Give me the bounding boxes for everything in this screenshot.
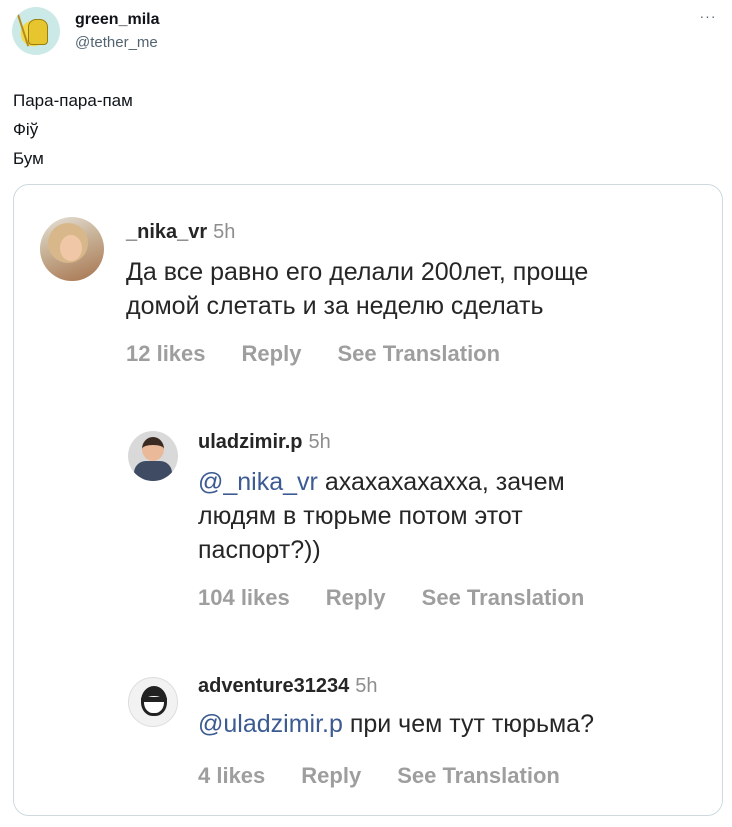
likes-count[interactable]: 4 likes — [198, 763, 265, 789]
avatar-head-shape — [142, 437, 164, 461]
comment-text-line: домой слетать и за неделю сделать — [126, 292, 544, 320]
tweet-line: Бум — [13, 149, 44, 168]
comment-username[interactable]: adventure31234 5h — [198, 675, 377, 698]
more-options-icon[interactable]: ··· — [697, 8, 719, 24]
comment-username-text[interactable]: uladzimir.p — [198, 431, 302, 453]
comment-time: 5h — [308, 431, 331, 453]
comment-text-line: Да все равно его делали 200лет, проще — [126, 258, 589, 286]
comment-actions: 12 likes Reply See Translation — [126, 341, 500, 367]
embedded-comments-image[interactable]: _nika_vr 5h Да все равно его делали 200ле… — [13, 184, 723, 816]
reply-button[interactable]: Reply — [326, 585, 386, 611]
commenter-avatar[interactable] — [40, 217, 104, 281]
comment-text: Да все равно его делали 200лет, проще до… — [126, 255, 588, 323]
comment-time: 5h — [213, 221, 236, 243]
see-translation-button[interactable]: See Translation — [397, 763, 560, 789]
see-translation-button[interactable]: See Translation — [337, 341, 500, 367]
comment-text-line: ахахахахахха, зачем — [317, 468, 565, 496]
reply-button[interactable]: Reply — [301, 763, 361, 789]
likes-count[interactable]: 12 likes — [126, 341, 206, 367]
mention-link[interactable]: @_nika_vr — [198, 468, 318, 496]
author-username[interactable]: green_mila — [75, 11, 159, 29]
comment-text: @uladzimir.p при чем тут тюрьма? — [198, 707, 594, 741]
tweet-line: Фіў — [13, 120, 39, 139]
comment-actions: 104 likes Reply See Translation — [198, 585, 584, 611]
reply-button[interactable]: Reply — [242, 341, 302, 367]
author-avatar[interactable] — [12, 7, 60, 55]
comment-text: @_nika_vr ахахахахахха, зачем людям в тю… — [198, 465, 565, 567]
avatar-glasses-shape — [141, 697, 167, 702]
comment-username[interactable]: _nika_vr 5h — [126, 221, 235, 244]
author-handle[interactable]: @tether_me — [75, 34, 158, 51]
commenter-avatar[interactable] — [128, 677, 178, 727]
avatar-body-shape — [134, 461, 172, 481]
comment-actions: 4 likes Reply See Translation — [198, 763, 560, 789]
avatar-figure-shape — [28, 19, 48, 45]
avatar-face-shape — [60, 235, 82, 261]
comment-time: 5h — [355, 675, 378, 697]
comment-text-line: людям в тюрьме потом этот — [198, 502, 523, 530]
comment-username-text[interactable]: adventure31234 — [198, 675, 349, 697]
see-translation-button[interactable]: See Translation — [422, 585, 585, 611]
comment-text-line: при чем тут тюрьма? — [342, 710, 594, 738]
comment-text-line: паспорт?)) — [198, 536, 321, 564]
comment-username-text[interactable]: _nika_vr — [126, 221, 207, 243]
tweet-text: Пара-пара-пам Фіў Бум — [13, 86, 133, 173]
tweet-line: Пара-пара-пам — [13, 91, 133, 110]
likes-count[interactable]: 104 likes — [198, 585, 290, 611]
comment-username[interactable]: uladzimir.p 5h — [198, 431, 331, 454]
mention-link[interactable]: @uladzimir.p — [198, 710, 343, 738]
commenter-avatar[interactable] — [128, 431, 178, 481]
